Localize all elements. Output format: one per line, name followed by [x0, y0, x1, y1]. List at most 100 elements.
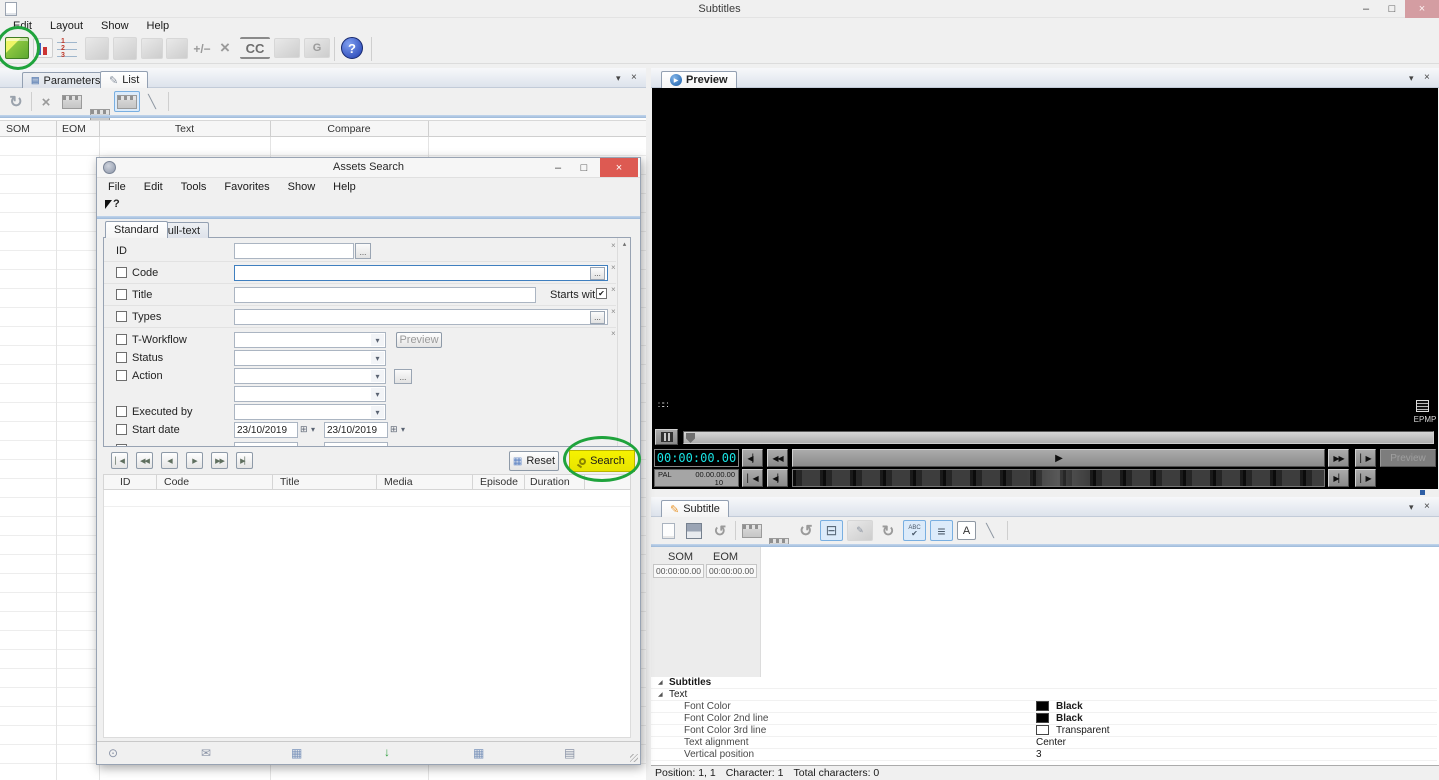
nav-fast-forward-button[interactable]: ▶▶ [211, 452, 228, 469]
wand-icon[interactable]: ╲ [143, 92, 161, 111]
title-input[interactable] [234, 287, 536, 303]
export-down-icon[interactable]: ↓ [384, 745, 390, 759]
dropdown-icon[interactable]: ▾ [311, 425, 315, 434]
dialog-minimize-button[interactable]: – [546, 158, 570, 177]
preview-button-disabled[interactable]: Preview [1380, 449, 1436, 467]
previous-mark-button[interactable]: ◀▏ [767, 469, 788, 487]
clapper-in-icon[interactable] [742, 524, 762, 538]
calendar-icon[interactable]: ⊞ [300, 424, 308, 435]
tab-subtitle[interactable]: ✎ Subtitle [661, 500, 729, 517]
panel-close-icon[interactable]: × [1424, 501, 1430, 512]
maximize-button[interactable]: □ [1379, 0, 1405, 18]
clapper-insert-icon-selected[interactable] [114, 91, 140, 112]
dialog-menu-favorites[interactable]: Favorites [215, 180, 278, 194]
help-icon[interactable]: ? [341, 37, 363, 59]
send-icon[interactable]: ✉ [201, 746, 211, 760]
filmstrip-thumbnails[interactable] [792, 469, 1325, 487]
audio-g-icon[interactable]: G [304, 38, 330, 58]
clear-row-icon[interactable]: × [611, 286, 616, 294]
dropdown-icon[interactable]: ▾ [401, 425, 405, 434]
panel-close-icon[interactable]: × [1424, 72, 1430, 83]
expand-icon[interactable]: ◢ [658, 679, 663, 686]
go-to-start-button[interactable]: ▏◀ [742, 469, 763, 487]
start-date-to[interactable]: 23/10/2019 [324, 422, 388, 438]
form-scrollbar[interactable]: ▴ [617, 238, 630, 446]
open-icon[interactable] [141, 38, 163, 59]
clock-icon[interactable]: ⊙ [108, 746, 118, 760]
split-merge-icon-selected[interactable]: ⊟ [820, 520, 843, 541]
nav-back-button[interactable]: ◀ [161, 452, 178, 469]
step-forward-button[interactable]: ▏▶ [1355, 449, 1376, 467]
executed-by-select[interactable]: ▾ [234, 404, 386, 420]
seek-slider[interactable] [683, 431, 1434, 444]
clear-row-icon[interactable]: × [611, 242, 616, 250]
action-select[interactable]: ▾ [234, 368, 386, 384]
play-button[interactable]: ▶ [792, 449, 1325, 467]
menu-show[interactable]: Show [92, 19, 138, 33]
result-column-media[interactable]: Media [384, 476, 413, 488]
calendar-icon[interactable]: ⊞ [390, 424, 398, 435]
tworkflow-preview-button-disabled[interactable]: Preview [396, 332, 442, 348]
property-row[interactable]: Font Color 2nd line Black [651, 713, 1437, 725]
context-help-icon[interactable]: ? [105, 198, 120, 210]
result-column-title[interactable]: Title [280, 476, 299, 488]
types-input[interactable] [234, 309, 608, 325]
types-browse-button[interactable]: ... [590, 311, 605, 324]
tworkflow-select[interactable]: ▾ [234, 332, 386, 348]
save-icon[interactable] [166, 38, 188, 59]
wand-icon[interactable]: ╲ [981, 521, 999, 540]
rewind-button[interactable]: ◀◀ [767, 449, 788, 467]
copy-list-icon[interactable] [85, 37, 109, 60]
clear-row-icon[interactable]: × [611, 264, 616, 272]
code-browse-button[interactable]: ... [590, 267, 605, 280]
result-column-id[interactable]: ID [120, 476, 131, 488]
paste-list-icon[interactable] [113, 37, 137, 60]
som-cell[interactable]: 00:00:00.00 [653, 564, 704, 578]
clear-row-icon[interactable]: × [611, 308, 616, 316]
clipped-row-checkbox[interactable] [116, 444, 127, 446]
column-text[interactable]: Text [99, 123, 270, 135]
status-checkbox[interactable] [116, 352, 127, 363]
subtitle-column-eom[interactable]: EOM [713, 551, 738, 563]
step-back-button[interactable]: ◀▏ [742, 449, 763, 467]
scroll-up-icon[interactable]: ▴ [618, 238, 630, 250]
resize-grip[interactable] [630, 754, 638, 762]
tab-list[interactable]: ✎ List [100, 71, 149, 88]
tworkflow-checkbox[interactable] [116, 334, 127, 345]
nav-last-button[interactable]: ▶▏ [236, 452, 253, 469]
dialog-menu-help[interactable]: Help [324, 180, 365, 194]
nav-fast-back-button[interactable]: ◀◀ [136, 452, 153, 469]
plus-minus-icon[interactable]: +/− [190, 38, 214, 59]
column-eom[interactable]: EOM [62, 123, 86, 135]
dialog-menu-show[interactable]: Show [279, 180, 325, 194]
code-input[interactable] [234, 265, 608, 281]
minimize-button[interactable]: – [1353, 0, 1379, 18]
tab-parameters[interactable]: ▤ Parameters [22, 72, 110, 88]
start-date-from[interactable]: 23/10/2019 [234, 422, 298, 438]
column-som[interactable]: SOM [6, 123, 30, 135]
new-subtitle-icon[interactable] [657, 520, 679, 541]
font-style-icon[interactable]: A [957, 521, 976, 540]
close-button[interactable]: × [1405, 0, 1439, 18]
print-icon[interactable]: ▤ [564, 746, 575, 760]
subtitle-text-area[interactable] [761, 547, 1439, 677]
property-row[interactable]: Font Color Black [651, 701, 1437, 713]
save-subtitle-icon[interactable] [683, 520, 705, 541]
clear-row-icon[interactable]: × [611, 330, 616, 338]
dialog-menu-tools[interactable]: Tools [172, 180, 216, 194]
delete-icon[interactable]: × [214, 37, 236, 59]
delete-row-icon[interactable]: × [36, 92, 56, 112]
expand-icon[interactable]: ◢ [658, 691, 663, 698]
code-checkbox[interactable] [116, 267, 127, 278]
audio-blocks-icon[interactable] [274, 38, 300, 58]
dialog-menu-file[interactable]: File [99, 180, 135, 194]
justify-icon-selected[interactable]: ≡ [930, 520, 953, 541]
menu-help[interactable]: Help [138, 19, 179, 33]
panel-collapse-icon[interactable]: ▾ [616, 73, 621, 84]
results-body[interactable] [103, 490, 631, 738]
status-select[interactable]: ▾ [234, 350, 386, 366]
property-group[interactable]: ◢ Subtitles [651, 677, 1437, 689]
id-browse-button[interactable]: ... [355, 243, 371, 259]
id-input[interactable] [234, 243, 354, 259]
action-secondary-select[interactable]: ▾ [234, 386, 386, 402]
